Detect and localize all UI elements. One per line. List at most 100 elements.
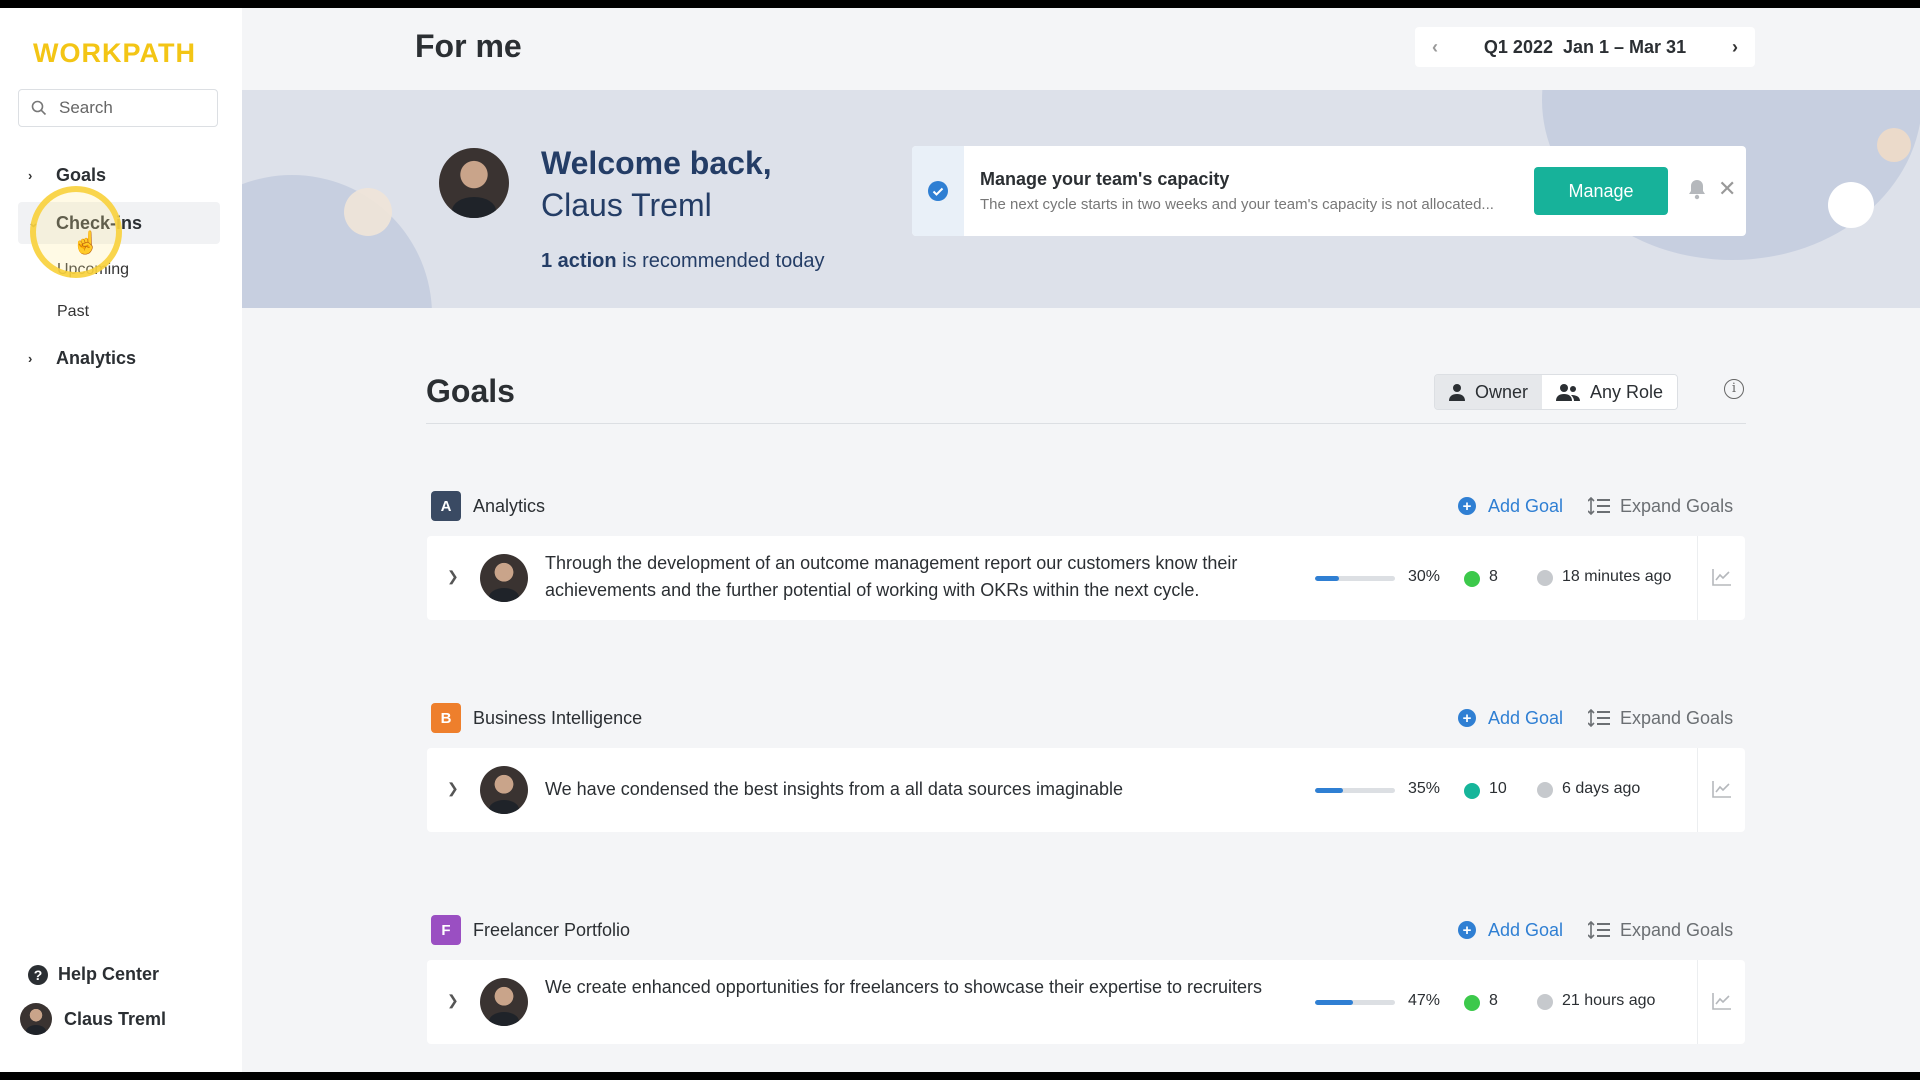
user-profile[interactable]: Claus Treml <box>20 1003 166 1035</box>
info-icon[interactable]: i <box>1724 379 1744 399</box>
sidebar-subitem-past[interactable]: Past <box>57 303 89 321</box>
action-count: 1 action <box>541 250 617 272</box>
notice-text: Manage your team's capacity The next cyc… <box>980 169 1530 213</box>
capacity-notice: Manage your team's capacity The next cyc… <box>912 146 1746 236</box>
chevron-right-icon[interactable]: ❯ <box>447 568 459 585</box>
goal-text[interactable]: We have condensed the best insights from… <box>545 776 1285 803</box>
avatar <box>20 1003 52 1035</box>
logo: WORKPATH <box>33 38 196 68</box>
help-icon: ? <box>28 964 48 985</box>
expand-list-icon <box>1588 709 1610 727</box>
status-dot <box>1464 995 1480 1011</box>
sidebar-item-label: Analytics <box>56 347 137 368</box>
goal-group-header: A Analytics + Add Goal Expand Goals <box>431 490 1741 522</box>
expand-goals-button[interactable]: Expand Goals <box>1588 920 1733 941</box>
search-icon <box>31 100 47 116</box>
status-dot <box>1464 783 1480 799</box>
page-title: For me <box>415 28 522 64</box>
trend-chart-icon[interactable] <box>1712 568 1732 586</box>
plus-icon: + <box>1458 921 1476 939</box>
decor-circle <box>1828 182 1874 228</box>
divider <box>1697 536 1698 620</box>
goal-text[interactable]: Through the development of an outcome ma… <box>545 550 1285 604</box>
close-icon[interactable]: ✕ <box>1718 176 1736 202</box>
group-badge: B <box>431 703 461 733</box>
update-icon <box>1537 570 1553 586</box>
welcome-title: Welcome back, <box>541 145 772 181</box>
expand-goals-button[interactable]: Expand Goals <box>1588 708 1733 729</box>
sidebar-item-goals[interactable]: › Goals <box>18 154 220 196</box>
goal-text[interactable]: We create enhanced opportunities for fre… <box>545 974 1285 1001</box>
divider <box>1697 748 1698 832</box>
progress-bar <box>1315 1000 1395 1005</box>
help-center-label: Help Center <box>58 964 160 984</box>
help-center-link[interactable]: ? Help Center <box>28 964 159 985</box>
trend-chart-icon[interactable] <box>1712 992 1732 1010</box>
chevron-right-icon[interactable]: ❯ <box>447 992 459 1009</box>
add-goal-button[interactable]: + Add Goal <box>1458 496 1563 517</box>
expand-goals-label: Expand Goals <box>1620 495 1734 516</box>
search-input[interactable] <box>57 97 201 119</box>
check-circle-icon <box>928 181 948 201</box>
pointer-cursor-icon: ☝ <box>72 230 100 255</box>
group-name[interactable]: Analytics <box>473 496 545 517</box>
avatar <box>480 766 528 814</box>
period-range: Jan 1 – Mar 31 <box>1563 36 1687 57</box>
avatar <box>439 148 509 218</box>
role-owner-label: Owner <box>1475 381 1529 402</box>
welcome-banner: Welcome back, Claus Treml 1 action is re… <box>242 90 1920 308</box>
goals-title: Goals <box>426 373 515 409</box>
update-icon <box>1537 994 1553 1010</box>
decor-circle <box>242 175 432 308</box>
users-icon <box>1556 384 1581 401</box>
progress-bar <box>1315 788 1395 793</box>
expand-list-icon <box>1588 921 1610 939</box>
goal-group-header: F Freelancer Portfolio + Add Goal Expand … <box>431 914 1741 946</box>
trend-chart-icon[interactable] <box>1712 780 1732 798</box>
period-label: Q1 2022 Jan 1 – Mar 31 <box>1484 37 1686 58</box>
plus-icon: + <box>1458 497 1476 515</box>
prev-period-button[interactable]: ‹ <box>1415 37 1455 58</box>
status-dot <box>1464 571 1480 587</box>
chevron-right-icon[interactable]: ❯ <box>447 780 459 797</box>
group-badge: F <box>431 915 461 945</box>
progress-fill <box>1315 576 1339 581</box>
goal-row[interactable]: ❯ We have condensed the best insights fr… <box>427 748 1745 832</box>
divider <box>1697 960 1698 1044</box>
expand-goals-label: Expand Goals <box>1620 707 1734 728</box>
progress-fill <box>1315 1000 1353 1005</box>
sidebar-item-analytics[interactable]: › Analytics <box>18 337 220 379</box>
next-period-button[interactable]: › <box>1715 37 1755 58</box>
sidebar: WORKPATH › Goals ⌄ Check-ins Upcoming Pa… <box>0 8 242 1072</box>
welcome-user-name: Claus Treml <box>541 187 712 223</box>
plus-icon: + <box>1458 709 1476 727</box>
search-box[interactable] <box>18 89 218 127</box>
add-goal-label: Add Goal <box>1488 495 1564 516</box>
user-name: Claus Treml <box>64 1008 167 1029</box>
recommended-actions[interactable]: 1 action is recommended today <box>541 250 824 273</box>
expand-goals-button[interactable]: Expand Goals <box>1588 496 1733 517</box>
progress-percent: 47% <box>1408 992 1441 1009</box>
key-result-count: 10 <box>1489 780 1507 797</box>
add-goal-button[interactable]: + Add Goal <box>1458 708 1563 729</box>
group-name[interactable]: Freelancer Portfolio <box>473 920 630 941</box>
goal-row[interactable]: ❯ We create enhanced opportunities for f… <box>427 960 1745 1044</box>
progress-fill <box>1315 788 1343 793</box>
avatar <box>480 978 528 1026</box>
add-goal-label: Add Goal <box>1488 919 1564 940</box>
key-result-count: 8 <box>1489 992 1498 1009</box>
top-bar: For me ‹ Q1 2022 Jan 1 – Mar 31 › <box>242 8 1920 90</box>
divider <box>426 423 1746 424</box>
progress-percent: 35% <box>1408 780 1441 797</box>
progress-bar <box>1315 576 1395 581</box>
last-updated: 21 hours ago <box>1562 992 1656 1009</box>
manage-button[interactable]: Manage <box>1534 167 1668 215</box>
notice-title: Manage your team's capacity <box>980 169 1230 189</box>
goal-row[interactable]: ❯ Through the development of an outcome … <box>427 536 1745 620</box>
group-name[interactable]: Business Intelligence <box>473 708 642 729</box>
bell-icon[interactable] <box>1687 178 1707 200</box>
progress-percent: 30% <box>1408 568 1441 585</box>
role-any-button[interactable]: Any Role <box>1542 375 1678 409</box>
add-goal-button[interactable]: + Add Goal <box>1458 920 1563 941</box>
role-owner-button[interactable]: Owner <box>1435 375 1543 409</box>
